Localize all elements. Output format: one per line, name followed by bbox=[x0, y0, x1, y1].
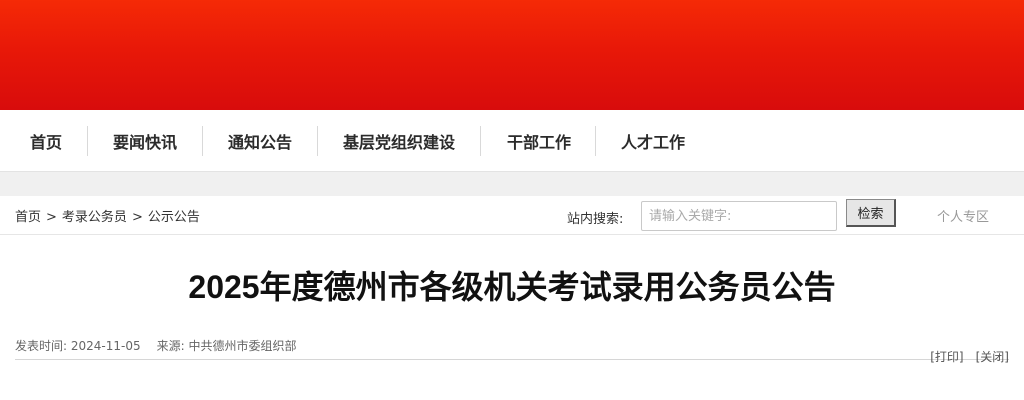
source-value: 中共德州市委组织部 bbox=[188, 339, 297, 353]
breadcrumb: 首页 > 考录公务员 > 公示公告 bbox=[15, 206, 200, 225]
source-label: 来源: bbox=[156, 339, 185, 353]
close-link[interactable]: [关闭] bbox=[976, 350, 1009, 364]
nav-item-notices[interactable]: 通知公告 bbox=[228, 110, 292, 172]
breadcrumb-civil-servant[interactable]: 考录公务员 bbox=[62, 210, 127, 225]
search-button[interactable]: 检索 bbox=[846, 199, 896, 227]
grey-strip bbox=[0, 172, 1024, 196]
breadcrumb-separator: > bbox=[131, 210, 143, 225]
print-link[interactable]: [打印] bbox=[930, 350, 963, 364]
breadcrumb-home[interactable]: 首页 bbox=[15, 210, 41, 225]
nav-divider bbox=[202, 126, 203, 156]
nav-divider bbox=[480, 126, 481, 156]
nav-divider bbox=[87, 126, 88, 156]
main-nav: 首页 要闻快讯 通知公告 基层党组织建设 干部工作 人才工作 bbox=[0, 110, 1024, 172]
meta-divider bbox=[15, 359, 1009, 360]
toolbar: 首页 > 考录公务员 > 公示公告 站内搜索: 检索 个人专区 bbox=[0, 196, 1024, 235]
article-meta: 发表时间: 2024-11-05 来源: 中共德州市委组织部 bbox=[15, 337, 297, 354]
nav-item-home[interactable]: 首页 bbox=[30, 110, 62, 172]
nav-divider bbox=[317, 126, 318, 156]
publish-date: 2024-11-05 bbox=[70, 339, 141, 353]
breadcrumb-announcements[interactable]: 公示公告 bbox=[148, 210, 200, 225]
personal-zone-link[interactable]: 个人专区 bbox=[937, 206, 989, 225]
search-label: 站内搜索: bbox=[567, 212, 624, 227]
search-input[interactable] bbox=[641, 201, 837, 231]
article-title: 2025年度德州市各级机关考试录用公务员公告 bbox=[188, 269, 836, 305]
header-banner bbox=[0, 0, 1024, 110]
nav-item-news[interactable]: 要闻快讯 bbox=[113, 110, 177, 172]
nav-item-cadre-work[interactable]: 干部工作 bbox=[507, 110, 571, 172]
nav-item-talent-work[interactable]: 人才工作 bbox=[621, 110, 685, 172]
nav-item-party-building[interactable]: 基层党组织建设 bbox=[343, 110, 455, 172]
breadcrumb-separator: > bbox=[46, 210, 57, 225]
nav-divider bbox=[595, 126, 596, 156]
article-actions: [打印] [关闭] bbox=[918, 348, 1009, 365]
publish-label: 发表时间: bbox=[15, 339, 68, 353]
